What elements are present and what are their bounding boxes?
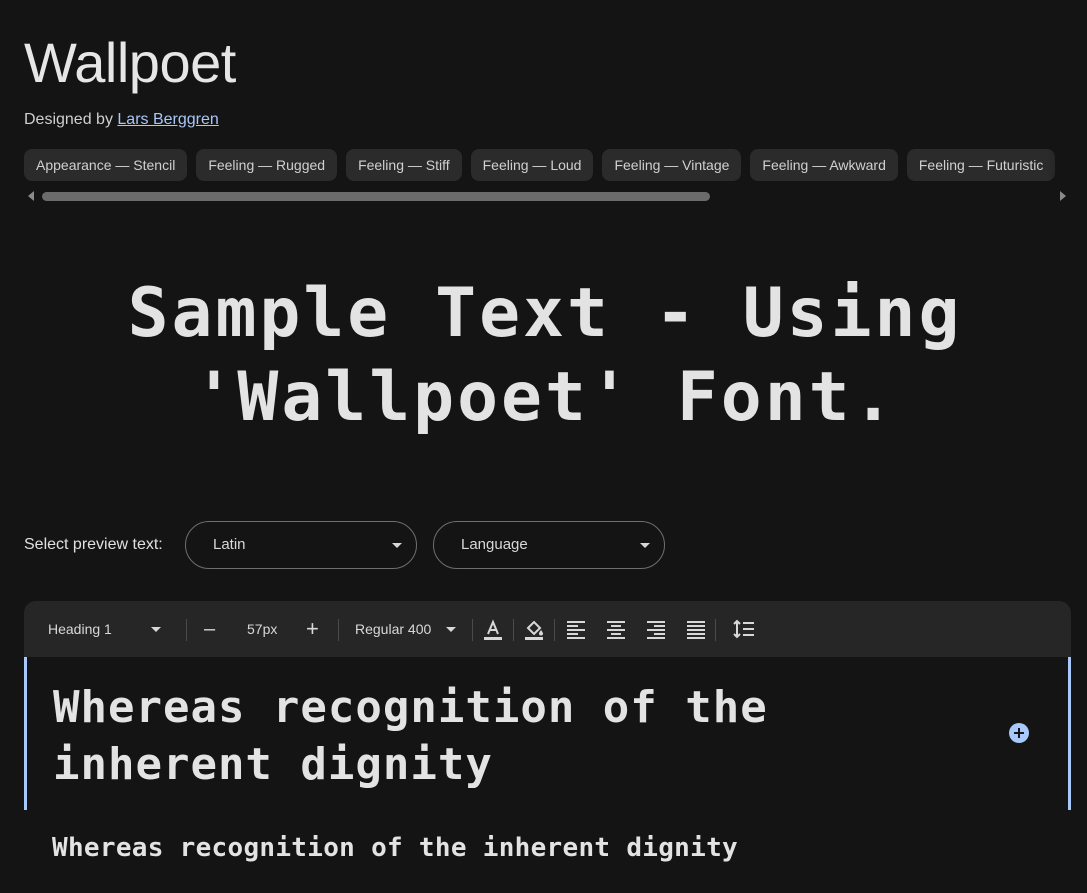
scroll-left-arrow-icon[interactable] xyxy=(28,191,34,201)
align-center-icon[interactable] xyxy=(604,617,628,641)
editable-preview[interactable]: Whereas recognition of the inherent dign… xyxy=(24,657,1071,810)
tag-chip[interactable]: Feeling — Vintage xyxy=(602,149,742,181)
text-color-icon[interactable] xyxy=(481,617,505,641)
toolbar-divider xyxy=(513,619,514,641)
chevron-down-icon[interactable] xyxy=(151,627,161,632)
designer-link[interactable]: Lars Berggren xyxy=(117,111,218,128)
editable-preview-text[interactable]: Whereas recognition of the inherent dign… xyxy=(53,679,933,793)
toolbar-divider xyxy=(715,619,716,641)
font-weight-dropdown[interactable]: Regular 400 xyxy=(355,601,431,657)
toolbar-divider xyxy=(472,619,473,641)
sample-text-heading: Sample Text - Using 'Wallpoet' Font. xyxy=(127,274,963,437)
align-justify-icon[interactable] xyxy=(684,617,708,641)
horizontal-scrollbar-thumb[interactable] xyxy=(42,192,710,201)
toolbar-divider xyxy=(338,619,339,641)
designer-line: Designed by Lars Berggren xyxy=(24,111,219,129)
toolbar-divider xyxy=(554,619,555,641)
add-icon[interactable] xyxy=(1009,723,1029,743)
tag-chip[interactable]: Feeling — Rugged xyxy=(196,149,338,181)
editor-toolbar: Heading 1 – 57px + Regular 400 xyxy=(24,601,1071,657)
page-title: Wallpoet xyxy=(24,31,236,94)
script-select[interactable]: Latin xyxy=(185,521,417,569)
designed-by-prefix: Designed by xyxy=(24,111,113,128)
font-weight-value: Regular 400 xyxy=(355,621,432,637)
tag-list: Appearance — Stencil Feeling — Rugged Feel… xyxy=(24,149,1087,181)
secondary-preview-text: Whereas recognition of the inherent dign… xyxy=(52,833,738,863)
language-select-placeholder: Language xyxy=(461,536,528,553)
script-select-value: Latin xyxy=(213,536,246,553)
tag-list-fade xyxy=(1047,149,1087,181)
chevron-down-icon xyxy=(392,543,402,548)
tag-chip[interactable]: Appearance — Stencil xyxy=(24,149,188,181)
decrease-size-button[interactable]: – xyxy=(204,601,215,657)
font-size-value[interactable]: 57px xyxy=(247,601,277,657)
align-left-icon[interactable] xyxy=(564,617,588,641)
toolbar-divider xyxy=(186,619,187,641)
language-select[interactable]: Language xyxy=(433,521,665,569)
tag-chip[interactable]: Feeling — Awkward xyxy=(750,149,898,181)
text-style-dropdown[interactable]: Heading 1 xyxy=(48,601,168,657)
tag-chip[interactable]: Feeling — Stiff xyxy=(346,149,462,181)
scroll-right-arrow-icon[interactable] xyxy=(1060,191,1066,201)
text-style-value: Heading 1 xyxy=(48,621,112,637)
increase-size-button[interactable]: + xyxy=(306,601,319,657)
preview-text-label: Select preview text: xyxy=(24,536,163,553)
chevron-down-icon xyxy=(640,543,650,548)
align-right-icon[interactable] xyxy=(644,617,668,641)
tag-chip[interactable]: Feeling — Loud xyxy=(470,149,594,181)
line-height-icon[interactable] xyxy=(732,617,756,641)
fill-color-icon[interactable] xyxy=(522,617,546,641)
tag-chip[interactable]: Feeling — Futuristic xyxy=(906,149,1056,181)
chevron-down-icon[interactable] xyxy=(446,627,456,632)
